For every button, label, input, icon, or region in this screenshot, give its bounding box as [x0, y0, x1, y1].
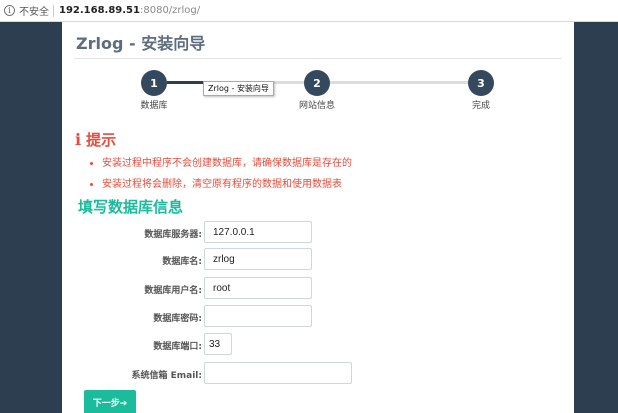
- db-name-label: 数据库名:: [162, 257, 202, 267]
- url-path: :8080/zrlog/: [139, 5, 201, 16]
- next-step-button[interactable]: 下一步➔: [84, 390, 136, 413]
- form-row-db-host: 数据库服务器:: [62, 221, 574, 245]
- info-icon[interactable]: i: [4, 5, 15, 16]
- browser-address-bar[interactable]: i 不安全 192.168.89.51:8080/zrlog/: [0, 0, 618, 22]
- db-host-input[interactable]: [204, 221, 312, 243]
- notice-heading: i 提示: [75, 129, 116, 150]
- security-label: 不安全: [19, 7, 49, 18]
- email-input[interactable]: [204, 362, 352, 384]
- wizard-step-2-dot: 2: [304, 70, 330, 96]
- form-row-db-name: 数据库名:: [62, 248, 574, 272]
- title-tooltip: Zrlog - 安装向导: [203, 81, 274, 96]
- notice-item: 安装过程中程序不会创建数据库，请确保数据库是存在的: [90, 153, 352, 174]
- page-title: Zrlog - 安装向导: [76, 34, 206, 53]
- db-password-label: 数据库密码:: [153, 314, 202, 324]
- email-label: 系统信箱 Email:: [131, 371, 202, 381]
- form-row-email: 系统信箱 Email:: [62, 362, 574, 386]
- info-icon: i: [75, 130, 82, 149]
- notice-item: 安装过程将会删除，清空原有程序的数据和使用数据表: [90, 174, 352, 195]
- db-password-input[interactable]: [204, 305, 312, 327]
- notice-list: 安装过程中程序不会创建数据库，请确保数据库是存在的 安装过程将会删除，清空原有程…: [90, 153, 352, 195]
- form-row-db-port: 数据库端口:: [62, 333, 574, 357]
- db-user-label: 数据库用户名:: [144, 286, 202, 296]
- wizard-progress-remaining: [252, 81, 483, 84]
- notice-heading-text: 提示: [86, 131, 117, 149]
- db-port-label: 数据库端口:: [153, 342, 202, 352]
- install-page: Zrlog - 安装向导 1 数据库 2 网站信息 3 完成 Zrlog - 安…: [62, 22, 574, 413]
- form-row-db-password: 数据库密码:: [62, 305, 574, 329]
- wizard-step-1-label: 数据库: [140, 101, 168, 111]
- wizard-step-3-dot: 3: [468, 70, 494, 96]
- db-name-input[interactable]: [204, 248, 312, 270]
- wizard-step-2-label: 网站信息: [298, 101, 335, 111]
- address-divider: [53, 4, 54, 17]
- form-heading: 填写数据库信息: [78, 198, 184, 216]
- wizard-step-3-label: 完成: [471, 101, 490, 111]
- db-user-input[interactable]: [204, 277, 312, 299]
- url-host: 192.168.89.51: [59, 5, 140, 16]
- form-row-db-user: 数据库用户名:: [62, 277, 574, 301]
- wizard-step-1-dot: 1: [141, 70, 167, 96]
- db-host-label: 数据库服务器:: [144, 230, 202, 240]
- db-port-input[interactable]: [204, 333, 232, 355]
- title-divider: [74, 58, 562, 59]
